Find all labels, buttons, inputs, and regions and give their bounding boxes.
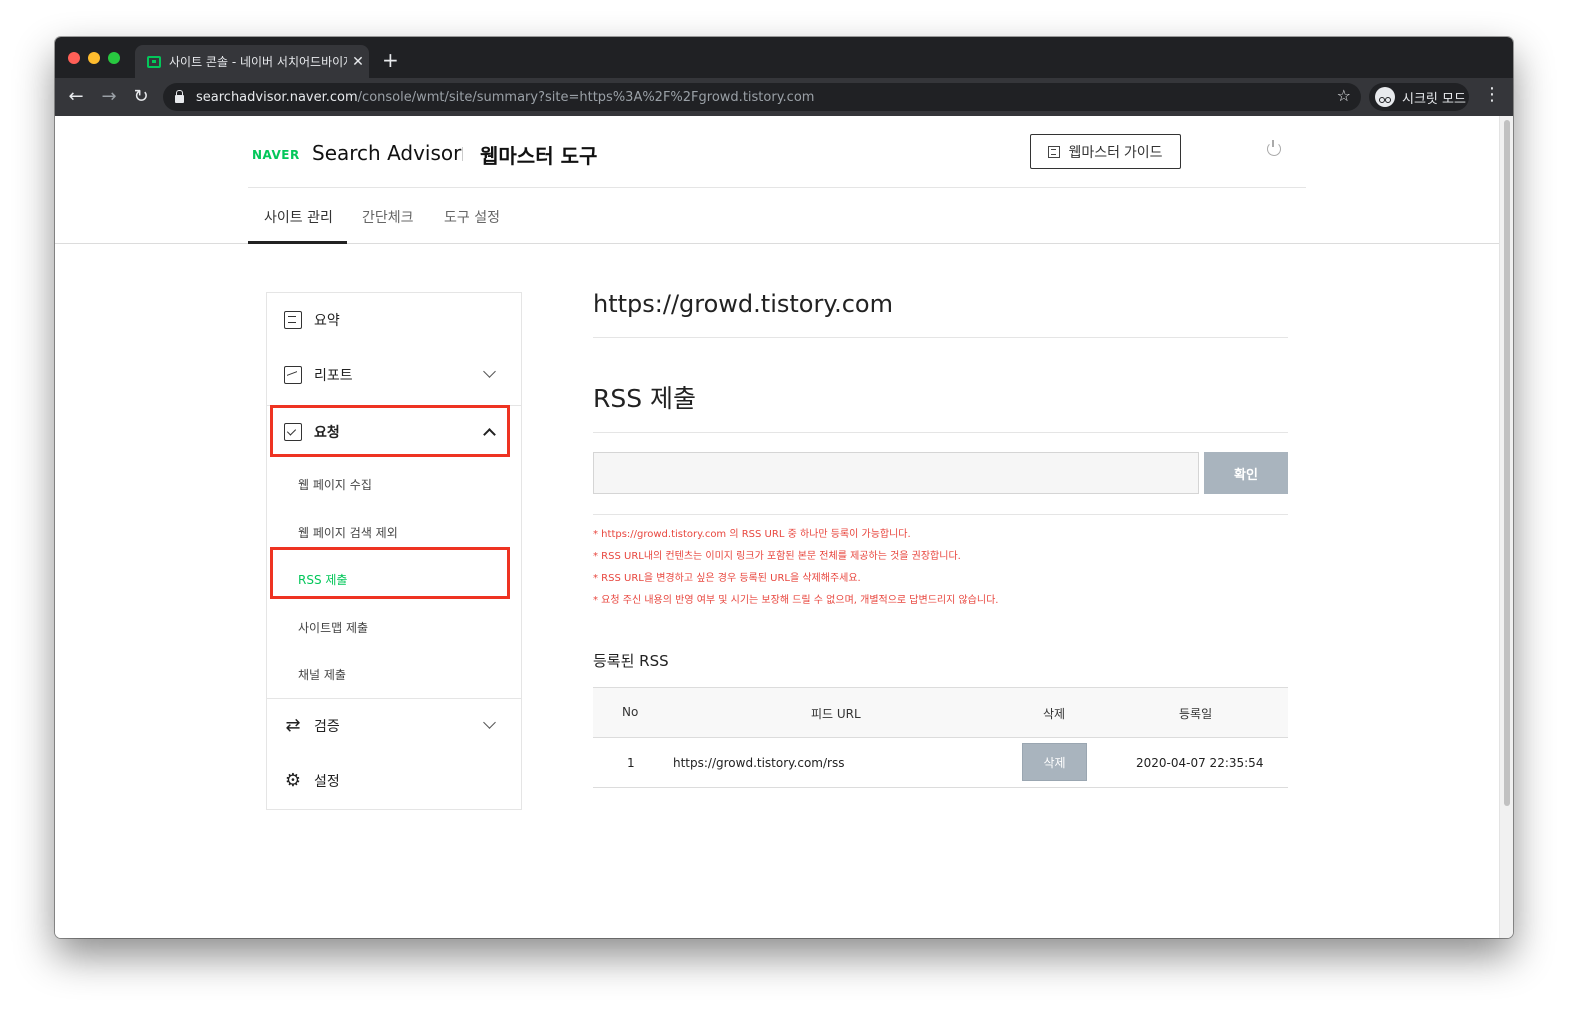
- column-header-feed-url: 피드 URL: [811, 707, 861, 721]
- tab-title: 사이트 콘솔 - 네이버 서치어드바이저: [169, 55, 347, 69]
- column-header-date: 등록일: [1179, 707, 1213, 721]
- summary-icon: [284, 311, 302, 329]
- sidebar-subitem-page-collect[interactable]: 웹 페이지 수집: [298, 476, 372, 493]
- naver-logo[interactable]: NAVER: [252, 148, 300, 162]
- sidebar-subitem-sitemap-submit[interactable]: 사이트맵 제출: [298, 619, 368, 636]
- star-icon[interactable]: ☆: [1337, 86, 1351, 105]
- sidebar-item-settings[interactable]: ⚙ 설정: [267, 756, 521, 806]
- document-icon: [1048, 145, 1061, 158]
- sidebar-item-label: 리포트: [314, 368, 353, 384]
- zoom-window-button[interactable]: [108, 52, 120, 64]
- minimize-window-button[interactable]: [88, 52, 100, 64]
- sidebar-item-label: 설정: [314, 774, 340, 790]
- tab-tool-settings[interactable]: 도구 설정: [444, 207, 500, 227]
- close-tab-icon[interactable]: ✕: [347, 54, 369, 70]
- sidebar-item-summary[interactable]: 요약: [267, 295, 521, 345]
- chevron-down-icon: [483, 365, 496, 378]
- sidebar-item-verify[interactable]: ⇄ 검증: [267, 701, 521, 751]
- global-nav: 사이트 관리 간단체크 도구 설정: [55, 188, 1499, 244]
- address-bar[interactable]: searchadvisor.naver.com /console/wmt/sit…: [163, 83, 1361, 111]
- active-tab-indicator: [248, 241, 347, 244]
- scrollbar-thumb[interactable]: [1504, 120, 1510, 806]
- annotation-highlight-rss: [270, 547, 510, 599]
- tab-site-management[interactable]: 사이트 관리: [264, 207, 333, 227]
- swap-arrows-icon: ⇄: [285, 715, 301, 736]
- forward-icon[interactable]: →: [96, 84, 122, 110]
- favicon-icon: [147, 55, 161, 68]
- incognito-icon: [1375, 87, 1395, 107]
- divider: [593, 337, 1288, 338]
- feed-url-cell: https://growd.tistory.com/rss: [673, 756, 845, 770]
- row-number: 1: [627, 756, 635, 770]
- lock-icon: [175, 89, 184, 103]
- sidebar-item-report[interactable]: 리포트: [267, 350, 521, 400]
- notice-text: * 요청 주신 내용의 반영 여부 및 시기는 보장해 드릴 수 없으며, 개별…: [593, 595, 999, 606]
- notice-text: * RSS URL내의 컨텐츠는 이미지 링크가 포함된 본문 전체를 제공하는…: [593, 551, 961, 562]
- divider: [267, 698, 521, 699]
- title-bar: 사이트 콘솔 - 네이버 서치어드바이저 ✕ +: [55, 37, 1513, 78]
- sidebar-item-label: 검증: [314, 719, 340, 735]
- gear-icon: ⚙: [284, 770, 302, 791]
- table-row: 1 https://growd.tistory.com/rss 삭제 2020-…: [593, 738, 1288, 788]
- brand-divider: [462, 147, 463, 161]
- chevron-down-icon: [483, 716, 496, 729]
- logout-power-icon[interactable]: [1267, 140, 1281, 156]
- url-path: /console/wmt/site/summary?site=https%3A%…: [357, 89, 815, 105]
- report-icon: [284, 366, 302, 384]
- delete-button[interactable]: 삭제: [1022, 743, 1087, 781]
- url-host: searchadvisor.naver.com: [196, 89, 358, 105]
- menu-icon[interactable]: ⋮: [1483, 84, 1501, 105]
- webmaster-guide-button[interactable]: 웹마스터 가이드: [1030, 134, 1181, 169]
- annotation-highlight-request: [270, 405, 510, 457]
- column-header-no: No: [622, 705, 639, 719]
- incognito-label: 시크릿 모드: [1402, 91, 1466, 107]
- sidebar-item-label: 요약: [314, 313, 340, 329]
- site-url-title: https://growd.tistory.com: [593, 290, 893, 318]
- divider: [593, 432, 1288, 433]
- notice-text: * RSS URL을 변경하고 싶은 경우 등록된 URL을 삭제해주세요.: [593, 573, 861, 584]
- new-tab-button[interactable]: +: [382, 48, 399, 72]
- close-window-button[interactable]: [68, 52, 80, 64]
- sidebar-subitem-page-exclude[interactable]: 웹 페이지 검색 제외: [298, 524, 398, 541]
- site-header: NAVER Search Advisor 웹마스터 도구 웹마스터 가이드: [248, 116, 1306, 188]
- rss-url-input[interactable]: [593, 452, 1199, 494]
- browser-window: 사이트 콘솔 - 네이버 서치어드바이저 ✕ + ← → ↻ searchadv…: [55, 37, 1513, 938]
- brand-title[interactable]: Search Advisor: [312, 141, 461, 165]
- browser-toolbar: ← → ↻ searchadvisor.naver.com /console/w…: [55, 78, 1513, 116]
- registered-rss-title: 등록된 RSS: [593, 652, 669, 670]
- back-icon[interactable]: ←: [63, 84, 89, 110]
- confirm-button[interactable]: 확인: [1204, 452, 1288, 494]
- browser-tab[interactable]: 사이트 콘솔 - 네이버 서치어드바이저 ✕: [135, 45, 369, 78]
- reload-icon[interactable]: ↻: [128, 84, 154, 110]
- page-content: NAVER Search Advisor 웹마스터 도구 웹마스터 가이드 사이…: [55, 116, 1499, 938]
- sidebar-subitem-channel-submit[interactable]: 채널 제출: [298, 666, 346, 683]
- registered-date-cell: 2020-04-07 22:35:54: [1136, 756, 1264, 770]
- table-header-row: No 피드 URL 삭제 등록일: [593, 687, 1288, 738]
- notice-text: * https://growd.tistory.com 의 RSS URL 중 …: [593, 529, 911, 540]
- column-header-delete: 삭제: [1043, 707, 1066, 721]
- tab-quick-check[interactable]: 간단체크: [362, 207, 414, 227]
- incognito-badge[interactable]: 시크릿 모드: [1369, 83, 1469, 111]
- page-title: RSS 제출: [593, 384, 697, 413]
- tool-name: 웹마스터 도구: [480, 144, 598, 168]
- page-scrollbar[interactable]: [1499, 116, 1513, 938]
- guide-button-label: 웹마스터 가이드: [1068, 143, 1163, 160]
- divider: [593, 514, 1288, 515]
